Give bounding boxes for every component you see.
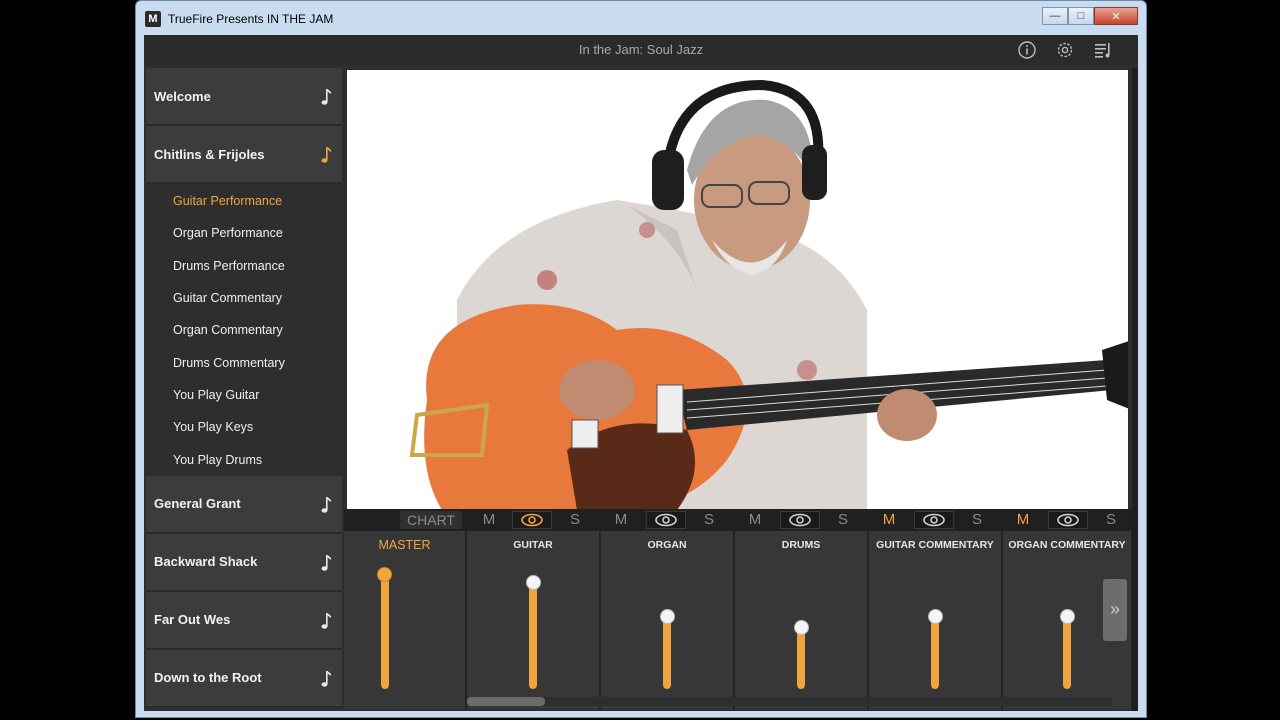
guitar-commentary-mute-button[interactable]: M: [876, 510, 902, 530]
guitar-commentary-view-button[interactable]: [914, 511, 954, 529]
close-icon: ✕: [1111, 10, 1121, 23]
song-label: Backward Shack: [154, 554, 258, 570]
mixer-scrollbar[interactable]: [467, 697, 1112, 706]
lesson-guitar-performance[interactable]: Guitar Performance: [146, 185, 342, 218]
maximize-button[interactable]: □: [1068, 7, 1094, 25]
channel-label: GUITAR: [513, 539, 553, 551]
organ-commentary-mute-button[interactable]: M: [1010, 510, 1036, 530]
music-note-icon: [321, 612, 331, 629]
channel-label: ORGAN: [647, 539, 687, 551]
channel-drums: DRUMS: [735, 531, 868, 709]
chart-button[interactable]: CHART: [400, 511, 462, 529]
lesson-list: Guitar Performance Organ Performance Dru…: [146, 184, 342, 476]
music-note-icon: [321, 89, 331, 105]
organ-commentary-view-button[interactable]: [1048, 511, 1088, 529]
app-icon: M: [145, 11, 161, 27]
music-note-icon: [321, 670, 331, 687]
scrollbar-thumb[interactable]: [467, 697, 545, 706]
fader-track[interactable]: [931, 616, 939, 689]
fader-knob[interactable]: [793, 620, 809, 636]
window-controls: — □ ✕: [1042, 7, 1138, 25]
lesson-guitar-commentary[interactable]: Guitar Commentary: [146, 281, 342, 315]
fader-knob[interactable]: [927, 609, 943, 624]
organ-commentary-solo-button[interactable]: S: [1098, 510, 1124, 530]
music-note-icon: [321, 496, 331, 513]
eye-icon: [789, 513, 811, 527]
lesson-drums-performance[interactable]: Drums Performance: [146, 249, 342, 282]
mixer-toolbar: CHART M S M S M S M S M S: [344, 509, 1132, 531]
song-item-general-grant[interactable]: General Grant: [146, 475, 342, 534]
organ-solo-button[interactable]: S: [696, 510, 722, 530]
info-icon[interactable]: [1017, 40, 1037, 60]
vertical-scrollbar[interactable]: [1132, 68, 1138, 711]
channel-guitar-commentary: GUITAR COMMENTARY: [869, 531, 1002, 709]
lesson-drums-commentary[interactable]: Drums Commentary: [146, 346, 342, 379]
music-note-icon: [321, 554, 331, 571]
minimize-icon: —: [1049, 10, 1061, 22]
song-label: Down to the Root: [154, 670, 262, 686]
guitar-view-button[interactable]: [512, 511, 552, 529]
eye-icon: [521, 513, 543, 527]
app-client: In the Jam: Soul Jazz Welcome Chitlins &…: [144, 35, 1138, 711]
channel-guitar: GUITAR: [467, 531, 600, 709]
next-channels-button[interactable]: »: [1103, 579, 1127, 641]
channel-label: DRUMS: [781, 539, 821, 551]
song-label: Welcome: [154, 88, 211, 104]
song-item-far-out-wes[interactable]: Far Out Wes: [146, 591, 342, 650]
window-title: TrueFire Presents IN THE JAM: [168, 12, 334, 26]
music-note-icon: [321, 147, 331, 163]
app-header: In the Jam: Soul Jazz: [144, 35, 1138, 65]
channel-label: MASTER: [378, 538, 431, 552]
fader-knob[interactable]: [377, 566, 392, 582]
organ-view-button[interactable]: [646, 511, 686, 529]
song-item-backward-shack[interactable]: Backward Shack: [146, 533, 342, 592]
drums-solo-button[interactable]: S: [830, 510, 856, 530]
fader-knob[interactable]: [659, 609, 675, 624]
channel-master: MASTER: [344, 531, 466, 709]
song-item-down-to-the-root[interactable]: Down to the Root: [146, 649, 342, 708]
lesson-organ-performance[interactable]: Organ Performance: [146, 217, 342, 250]
eye-icon: [655, 513, 677, 527]
close-button[interactable]: ✕: [1094, 7, 1138, 25]
playlist-icon[interactable]: [1093, 40, 1113, 60]
eye-icon: [1057, 513, 1079, 527]
song-label: Far Out Wes: [154, 612, 231, 628]
lesson-organ-commentary[interactable]: Organ Commentary: [146, 314, 342, 347]
song-label: General Grant: [154, 496, 241, 512]
drums-mute-button[interactable]: M: [742, 510, 768, 530]
fader-track[interactable]: [529, 582, 537, 689]
song-item-welcome[interactable]: Welcome: [146, 68, 342, 126]
song-label: Chitlins & Frijoles: [154, 146, 265, 162]
channel-label: GUITAR COMMENTARY: [876, 539, 994, 551]
fader-track[interactable]: [380, 574, 389, 689]
mixer-panel: CHART M S M S M S M S M S MASTER GUITAR …: [344, 509, 1132, 709]
fader-track[interactable]: [663, 616, 671, 689]
drums-view-button[interactable]: [780, 511, 820, 529]
video-player[interactable]: [347, 70, 1128, 510]
channel-organ: ORGAN: [601, 531, 734, 709]
lesson-you-play-drums[interactable]: You Play Drums: [146, 443, 342, 476]
maximize-icon: □: [1077, 10, 1085, 22]
lesson-you-play-keys[interactable]: You Play Keys: [146, 411, 342, 444]
fader-track[interactable]: [797, 627, 805, 689]
eye-icon: [923, 513, 945, 527]
fader-knob[interactable]: [525, 575, 541, 591]
guitarist-video-frame: [409, 79, 1128, 510]
channel-label: ORGAN COMMENTARY: [1008, 539, 1126, 551]
minimize-button[interactable]: —: [1042, 7, 1068, 25]
song-sidebar: Welcome Chitlins & Frijoles Guitar Perfo…: [146, 68, 342, 709]
app-window: M TrueFire Presents IN THE JAM — □ ✕ In …: [135, 0, 1147, 718]
gear-icon[interactable]: [1055, 40, 1075, 60]
guitar-solo-button[interactable]: S: [562, 510, 588, 530]
title-bar[interactable]: M TrueFire Presents IN THE JAM — □ ✕: [136, 1, 1146, 35]
organ-mute-button[interactable]: M: [608, 510, 634, 530]
fader-track[interactable]: [1063, 616, 1071, 689]
lesson-you-play-guitar[interactable]: You Play Guitar: [146, 378, 342, 412]
song-item-chitlins[interactable]: Chitlins & Frijoles: [146, 126, 342, 184]
fader-knob[interactable]: [1059, 609, 1075, 624]
lesson-title: In the Jam: Soul Jazz: [578, 42, 704, 57]
guitar-mute-button[interactable]: M: [476, 510, 502, 530]
guitar-commentary-solo-button[interactable]: S: [964, 510, 990, 530]
